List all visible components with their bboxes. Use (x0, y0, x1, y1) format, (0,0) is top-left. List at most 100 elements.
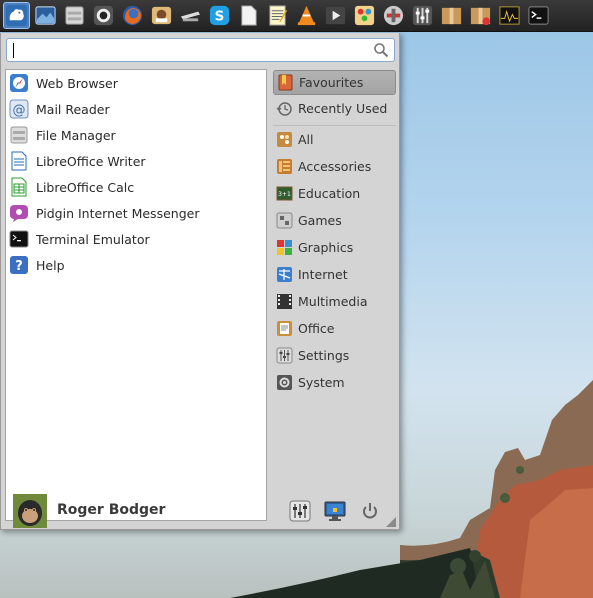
mail-reader-icon: @ (9, 99, 29, 119)
category-label: Settings (298, 348, 350, 363)
office-icon (276, 320, 293, 337)
vlc-launcher[interactable] (293, 2, 320, 29)
paint-launcher[interactable] (351, 2, 378, 29)
multimedia-icon (276, 293, 293, 310)
games-icon (276, 212, 293, 229)
mixer-launcher[interactable] (409, 2, 436, 29)
system-monitor-launcher[interactable] (496, 2, 523, 29)
category-label: Education (298, 186, 361, 201)
username: Roger Bodger (57, 502, 166, 518)
package-launcher[interactable] (438, 2, 465, 29)
search-box[interactable] (6, 38, 395, 62)
category-education[interactable]: 3+1 Education (273, 181, 396, 206)
settings-manager-button[interactable] (289, 500, 311, 522)
category-favourites[interactable]: Favourites (273, 70, 396, 95)
app-item-file-manager[interactable]: File Manager (9, 123, 116, 147)
education-icon: 3+1 (276, 185, 293, 202)
libreoffice-calc-icon (9, 177, 29, 197)
mixer-icon (412, 5, 433, 26)
video-player-launcher[interactable] (322, 2, 349, 29)
app-item-label: LibreOffice Calc (36, 179, 135, 195)
package-installer-icon (470, 7, 491, 26)
mail-launcher[interactable] (148, 2, 175, 29)
app-item-label: LibreOffice Writer (36, 153, 146, 169)
app-item-label: Web Browser (36, 75, 118, 91)
app-item-mail-reader[interactable]: @ Mail Reader (9, 97, 110, 121)
category-label: Games (298, 213, 342, 228)
libreoffice-writer-icon (9, 151, 29, 171)
category-multimedia[interactable]: Multimedia (273, 289, 396, 314)
steam-icon (180, 11, 201, 22)
skype-icon: S (209, 5, 230, 26)
favourites-icon (277, 74, 294, 91)
internet-icon (276, 266, 293, 283)
svg-text:@: @ (13, 103, 26, 118)
terminal-icon (528, 6, 549, 25)
category-games[interactable]: Games (273, 208, 396, 233)
category-settings[interactable]: Settings (273, 343, 396, 368)
category-internet[interactable]: Internet (273, 262, 396, 287)
category-system[interactable]: System (273, 370, 396, 395)
help-icon: ? (9, 255, 29, 275)
pidgin-icon (9, 203, 29, 223)
category-label: Multimedia (298, 294, 368, 309)
search-input[interactable] (11, 41, 371, 59)
text-cursor (13, 43, 14, 58)
category-office[interactable]: Office (273, 316, 396, 341)
category-label: Recently Used (298, 101, 388, 116)
system-monitor-icon (499, 6, 520, 25)
text-editor-launcher[interactable] (264, 2, 291, 29)
file-manager-icon (9, 125, 29, 145)
text-editor-icon (269, 5, 288, 26)
vlc-icon (297, 5, 316, 26)
app-item-help[interactable]: ? Help (9, 253, 65, 277)
document-icon (241, 5, 257, 26)
category-label: Favourites (299, 75, 364, 90)
terminal-launcher[interactable] (525, 2, 552, 29)
svg-text:3+1: 3+1 (278, 191, 291, 198)
desktop-launcher[interactable] (32, 2, 59, 29)
app-item-libreoffice-calc[interactable]: LibreOffice Calc (9, 175, 134, 199)
app-item-label: Mail Reader (36, 101, 110, 117)
file-manager-launcher[interactable] (61, 2, 88, 29)
app-item-pidgin[interactable]: Pidgin Internet Messenger (9, 201, 199, 225)
app-item-libreoffice-writer[interactable]: LibreOffice Writer (9, 149, 146, 173)
application-menu: Web Browser @ Mail Reader File Manager L… (0, 33, 400, 530)
graphics-icon (276, 239, 293, 256)
app-item-web-browser[interactable]: Web Browser (9, 71, 118, 95)
category-recently-used[interactable]: Recently Used (273, 96, 396, 121)
system-icon (276, 374, 293, 391)
document-launcher[interactable] (235, 2, 262, 29)
resize-grip[interactable] (386, 517, 396, 527)
package-installer-launcher[interactable] (467, 2, 494, 29)
category-all[interactable]: All (273, 127, 396, 152)
all-icon (276, 131, 293, 148)
file-manager-icon (65, 6, 84, 25)
menu-footer: Roger Bodger (1, 490, 399, 530)
log-out-button[interactable] (359, 500, 381, 522)
category-accessories[interactable]: Accessories (273, 154, 396, 179)
xfce-menu-button[interactable] (3, 2, 30, 29)
app-item-label: Terminal Emulator (36, 231, 150, 247)
desktop-icon (35, 6, 56, 25)
app-item-label: Help (36, 257, 65, 273)
steam-launcher[interactable] (177, 2, 204, 29)
category-label: System (298, 375, 345, 390)
camera-launcher[interactable] (90, 2, 117, 29)
lock-screen-button[interactable] (324, 500, 346, 522)
firefox-launcher[interactable] (119, 2, 146, 29)
network-launcher[interactable] (380, 2, 407, 29)
settings-icon (276, 347, 293, 364)
app-item-label: File Manager (36, 127, 116, 143)
category-label: Internet (298, 267, 348, 282)
paint-icon (354, 5, 375, 26)
category-label: Graphics (298, 240, 354, 255)
category-graphics[interactable]: Graphics (273, 235, 396, 260)
app-item-label: Pidgin Internet Messenger (36, 205, 200, 221)
camera-icon (93, 5, 114, 26)
app-item-terminal-emulator[interactable]: Terminal Emulator (9, 227, 150, 251)
mail-icon (151, 6, 172, 25)
firefox-icon (122, 5, 143, 26)
search-icon[interactable] (373, 42, 389, 58)
skype-launcher[interactable]: S (206, 2, 233, 29)
